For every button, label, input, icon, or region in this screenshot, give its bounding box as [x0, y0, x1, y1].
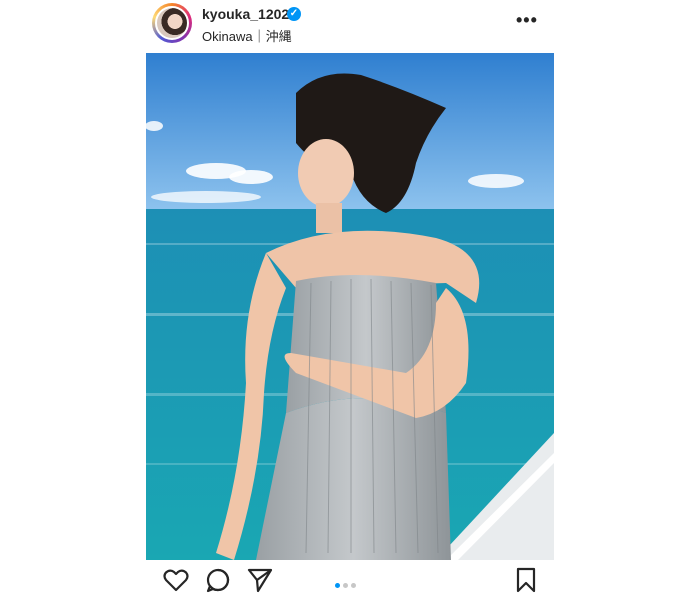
heart-icon[interactable] — [162, 566, 190, 594]
more-options-button[interactable]: ••• — [516, 10, 538, 31]
comment-icon[interactable] — [204, 566, 232, 594]
instagram-post: kyouka_1202 ✓ Okinawa｜沖縄 ••• — [146, 0, 554, 600]
photo-illustration — [146, 53, 554, 560]
carousel-dot-2 — [343, 583, 348, 588]
share-icon[interactable] — [246, 566, 274, 594]
avatar[interactable] — [155, 6, 189, 40]
action-bar — [146, 566, 554, 596]
post-header: kyouka_1202 ✓ Okinawa｜沖縄 ••• — [146, 0, 554, 50]
username[interactable]: kyouka_1202 — [202, 6, 289, 22]
carousel-indicator — [335, 583, 359, 589]
carousel-dot-3 — [351, 583, 356, 588]
carousel-dot-1 — [335, 583, 340, 588]
verified-badge-icon: ✓ — [287, 7, 301, 21]
post-photo[interactable] — [146, 53, 554, 560]
story-ring[interactable] — [152, 3, 192, 43]
bookmark-icon[interactable] — [512, 566, 540, 594]
location-link[interactable]: Okinawa｜沖縄 — [202, 26, 292, 45]
